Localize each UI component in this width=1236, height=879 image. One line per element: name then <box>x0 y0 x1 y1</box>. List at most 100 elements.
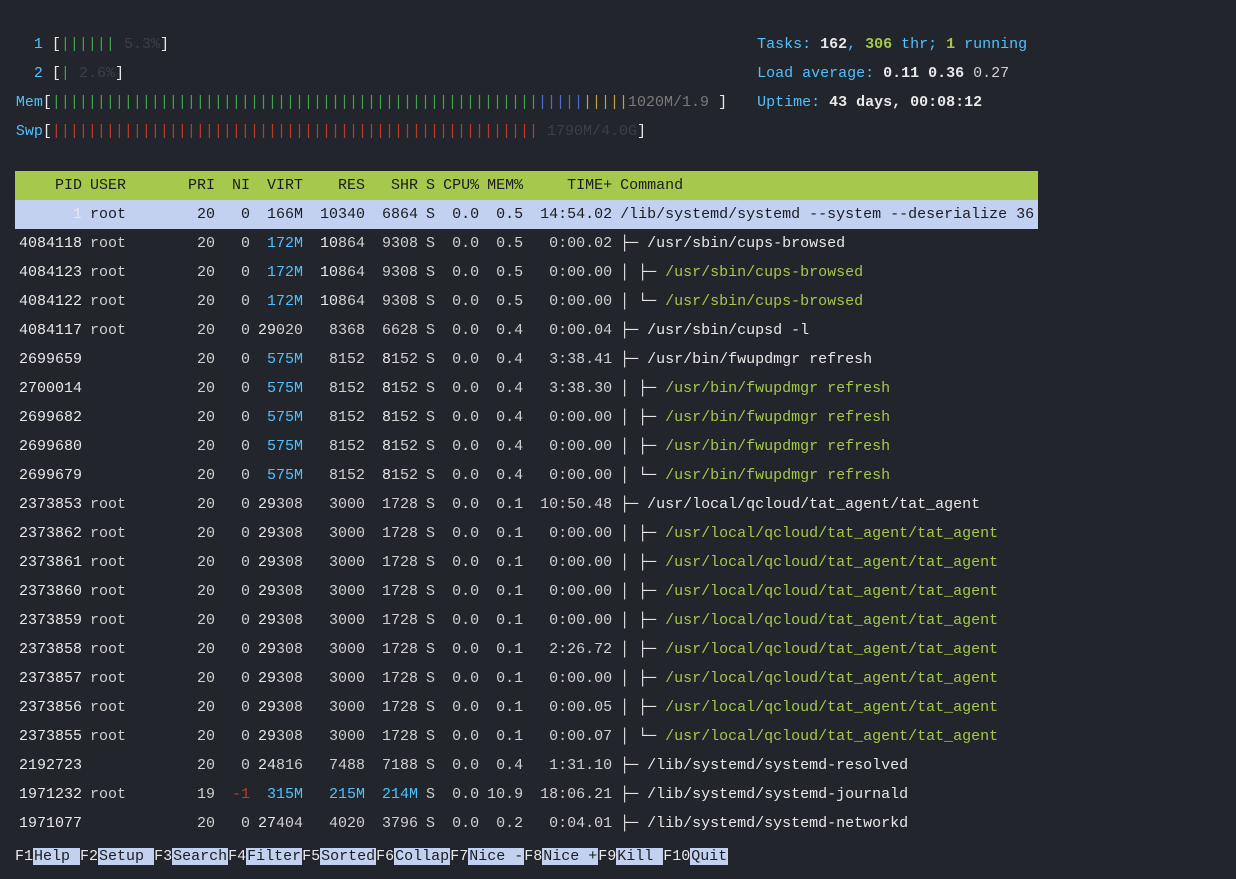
cell-user: root <box>86 229 175 258</box>
cell-res: 7488 <box>307 751 369 780</box>
table-row[interactable]: 2700014 200575M81528152S0.00.43:38.30│ ├… <box>15 374 1038 403</box>
col-state[interactable]: S <box>422 171 439 200</box>
cell-user <box>86 751 175 780</box>
cell-shr: 9308 <box>369 229 422 258</box>
cell-cpu: 0.0 <box>439 722 483 751</box>
fkey-f6[interactable]: F6Collap <box>376 848 450 865</box>
table-row[interactable]: 2373861root2002930830001728S0.00.10:00.0… <box>15 548 1038 577</box>
cell-time: 2:26.72 <box>527 635 616 664</box>
cell-user <box>86 432 175 461</box>
col-pri[interactable]: PRI <box>175 171 219 200</box>
table-row[interactable]: 2373857root2002930830001728S0.00.10:00.0… <box>15 664 1038 693</box>
cell-virt: 29308 <box>254 664 307 693</box>
cell-pri: 20 <box>175 345 219 374</box>
cell-shr: 9308 <box>369 258 422 287</box>
cell-user: root <box>86 722 175 751</box>
fkey-f9[interactable]: F9Kill <box>598 848 663 865</box>
fkey-f2[interactable]: F2Setup <box>80 848 154 865</box>
cell-shr: 1728 <box>369 664 422 693</box>
cell-pid: 4084117 <box>15 316 86 345</box>
cell-time: 0:00.00 <box>527 287 616 316</box>
cell-user <box>86 461 175 490</box>
cell-cpu: 0.0 <box>439 548 483 577</box>
cell-command: /lib/systemd/systemd --system --deserial… <box>616 200 1038 229</box>
cell-virt: 166M <box>254 200 307 229</box>
fkey-f3[interactable]: F3Search <box>154 848 228 865</box>
fkey-f5[interactable]: F5Sorted <box>302 848 376 865</box>
tasks-line: Tasks: 162, 306 thr; 1 running <box>757 30 1027 59</box>
table-row[interactable]: 2699682 200575M81528152S0.00.40:00.00│ ├… <box>15 403 1038 432</box>
cell-mem: 0.4 <box>483 316 527 345</box>
cell-pri: 20 <box>175 577 219 606</box>
cell-shr: 8152 <box>369 345 422 374</box>
cell-virt: 575M <box>254 374 307 403</box>
fkey-f1[interactable]: F1Help <box>15 848 80 865</box>
table-row[interactable]: 2699680 200575M81528152S0.00.40:00.00│ ├… <box>15 432 1038 461</box>
htop-screen[interactable]: 1 [|||||| 5.3%]2 [| 2.6%]Mem[|||||||||||… <box>0 0 1236 879</box>
col-shr[interactable]: SHR <box>369 171 422 200</box>
col-time[interactable]: TIME+ <box>527 171 616 200</box>
table-row[interactable]: 2699659 200575M81528152S0.00.43:38.41├─ … <box>15 345 1038 374</box>
cell-virt: 29308 <box>254 490 307 519</box>
table-row[interactable]: 2373858root2002930830001728S0.00.12:26.7… <box>15 635 1038 664</box>
table-row[interactable]: 2373856root2002930830001728S0.00.10:00.0… <box>15 693 1038 722</box>
cell-pid: 2373860 <box>15 577 86 606</box>
col-ni[interactable]: NI <box>219 171 254 200</box>
cell-virt: 172M <box>254 258 307 287</box>
cell-ni: 0 <box>219 635 254 664</box>
cell-pri: 20 <box>175 461 219 490</box>
cell-command: │ └─ /usr/bin/fwupdmgr refresh <box>616 461 1038 490</box>
cell-virt: 29308 <box>254 635 307 664</box>
table-row[interactable]: 4084117root2002902083686628S0.00.40:00.0… <box>15 316 1038 345</box>
table-row[interactable]: 4084122root200172M108649308S0.00.50:00.0… <box>15 287 1038 316</box>
col-command[interactable]: Command <box>616 171 1038 200</box>
table-header[interactable]: PID USER PRI NI VIRT RES SHR S CPU% MEM%… <box>15 171 1038 200</box>
fkey-f10[interactable]: F10Quit <box>663 848 728 865</box>
col-res[interactable]: RES <box>307 171 369 200</box>
cell-pid: 2700014 <box>15 374 86 403</box>
table-row[interactable]: 2192723 2002481674887188S0.00.41:31.10├─… <box>15 751 1038 780</box>
table-row[interactable]: 2373859root2002930830001728S0.00.10:00.0… <box>15 606 1038 635</box>
table-row[interactable]: 2699679 200575M81528152S0.00.40:00.00│ └… <box>15 461 1038 490</box>
cell-mem: 10.9 <box>483 780 527 809</box>
table-row[interactable]: 2373853root2002930830001728S0.00.110:50.… <box>15 490 1038 519</box>
cell-time: 0:00.00 <box>527 519 616 548</box>
cell-time: 0:00.00 <box>527 577 616 606</box>
table-row[interactable]: 1root200166M103406864S0.00.514:54.02/lib… <box>15 200 1038 229</box>
cell-time: 0:00.05 <box>527 693 616 722</box>
table-row[interactable]: 2373860root2002930830001728S0.00.10:00.0… <box>15 577 1038 606</box>
table-row[interactable]: 1971077 2002740440203796S0.00.20:04.01├─… <box>15 809 1038 838</box>
fkey-f7[interactable]: F7Nice - <box>450 848 524 865</box>
cell-pri: 20 <box>175 693 219 722</box>
cell-pid: 1971077 <box>15 809 86 838</box>
fkey-f8[interactable]: F8Nice + <box>524 848 598 865</box>
cell-mem: 0.1 <box>483 548 527 577</box>
cell-user: root <box>86 258 175 287</box>
col-mem[interactable]: MEM% <box>483 171 527 200</box>
cell-command: ├─ /lib/systemd/systemd-resolved <box>616 751 1038 780</box>
table-row[interactable]: 2373855root2002930830001728S0.00.10:00.0… <box>15 722 1038 751</box>
cell-ni: 0 <box>219 432 254 461</box>
fkey-f4[interactable]: F4Filter <box>228 848 302 865</box>
table-row[interactable]: 4084118root200172M108649308S0.00.50:00.0… <box>15 229 1038 258</box>
cell-cpu: 0.0 <box>439 809 483 838</box>
process-table[interactable]: PID USER PRI NI VIRT RES SHR S CPU% MEM%… <box>15 171 1038 838</box>
cell-pri: 20 <box>175 519 219 548</box>
table-row[interactable]: 1971232root19-1315M215M214MS0.010.918:06… <box>15 780 1038 809</box>
cell-virt: 172M <box>254 287 307 316</box>
cell-state: S <box>422 200 439 229</box>
col-virt[interactable]: VIRT <box>254 171 307 200</box>
cell-ni: 0 <box>219 693 254 722</box>
cell-state: S <box>422 693 439 722</box>
cell-command: │ ├─ /usr/local/qcloud/tat_agent/tat_age… <box>616 577 1038 606</box>
cell-cpu: 0.0 <box>439 693 483 722</box>
col-cpu[interactable]: CPU% <box>439 171 483 200</box>
cell-ni: 0 <box>219 229 254 258</box>
col-pid[interactable]: PID <box>15 171 86 200</box>
table-row[interactable]: 2373862root2002930830001728S0.00.10:00.0… <box>15 519 1038 548</box>
cell-pri: 20 <box>175 606 219 635</box>
col-user[interactable]: USER <box>86 171 175 200</box>
cell-ni: 0 <box>219 606 254 635</box>
table-row[interactable]: 4084123root200172M108649308S0.00.50:00.0… <box>15 258 1038 287</box>
cell-virt: 24816 <box>254 751 307 780</box>
